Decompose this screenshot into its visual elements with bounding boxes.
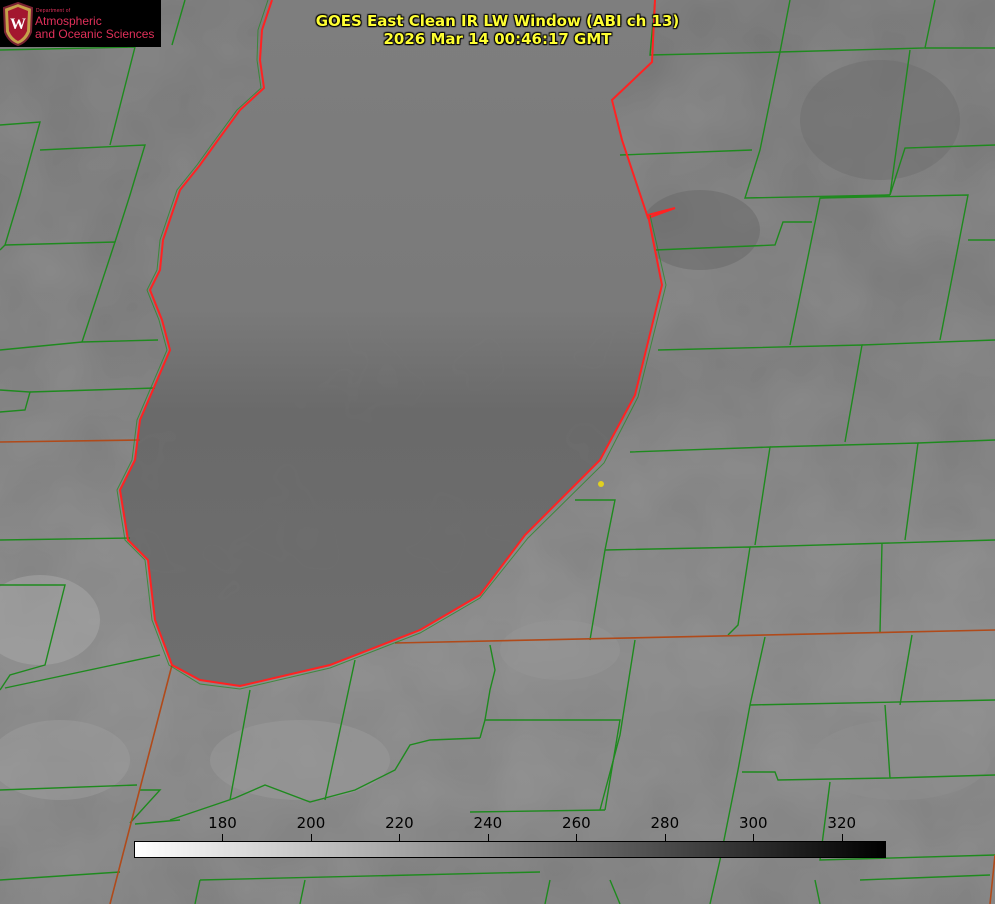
location-marker [598,481,604,487]
ir-map [0,0,995,904]
colorbar-tick-mark [310,834,312,841]
colorbar-tick-label: 200 [296,814,326,832]
temperature-colorbar [134,841,886,858]
image-title: GOES East Clean IR LW Window (ABI ch 13)… [270,12,725,48]
title-timestamp: 2026 Mar 14 00:46:17 GMT [383,30,612,48]
colorbar-tick-label: 260 [562,814,591,832]
colorbar-tick-label: 220 [385,814,414,832]
colorbar-tick-mark [576,834,578,841]
colorbar-tick-label: 300 [738,814,768,832]
colorbar-tick-label: 180 [208,814,237,832]
colorbar-tick-mark [753,834,755,841]
colorbar-tick-mark [222,834,224,841]
wisconsin-crest-icon: W [3,2,33,46]
satellite-viewer: W Department of Atmospheric and Oceanic … [0,0,995,904]
colorbar-tick-mark [399,834,401,841]
colorbar-tick-label: 280 [650,814,680,832]
colorbar-tick-label: 240 [473,814,503,832]
colorbar-tick-mark [487,834,489,841]
logo-line-atmospheric: Atmospheric [35,14,102,28]
colorbar-tick-mark [841,834,843,841]
aos-logo[interactable]: W Department of Atmospheric and Oceanic … [0,0,161,47]
colorbar-tick-label: 320 [827,814,857,832]
logo-line-oceanic: and Oceanic Sciences [35,27,155,41]
title-product: GOES East Clean IR LW Window (ABI ch 13) [315,12,680,30]
svg-text:W: W [10,16,26,33]
colorbar-tick-mark [664,834,666,841]
